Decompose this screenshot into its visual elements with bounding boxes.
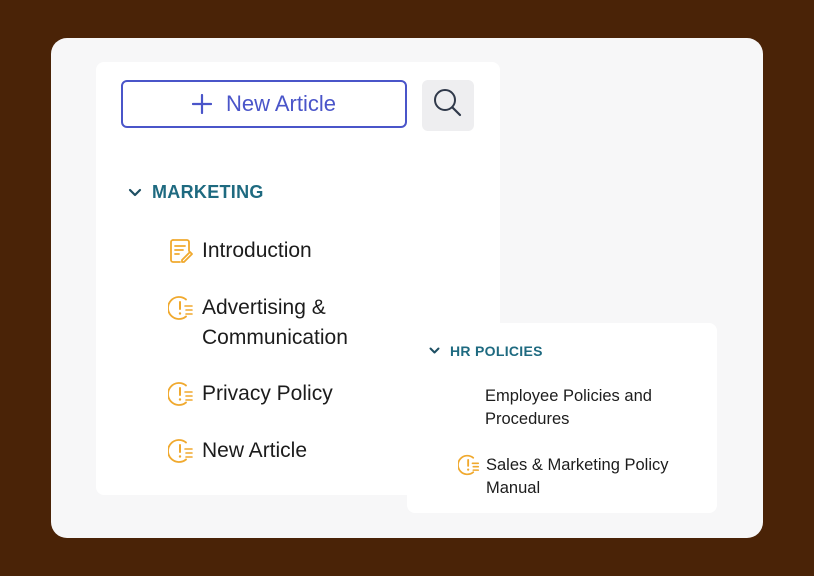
section-hr-policies-toggle[interactable]: HR POLICIES [429, 343, 543, 359]
tree-item-advertising-communication[interactable]: Advertising & Communication [167, 293, 378, 353]
tree-item-label: New Article [202, 439, 308, 462]
tree-item-label: Sales & Marketing Policy Manual [486, 456, 669, 497]
tree-item-employee-policies[interactable]: Employee Policies and Procedures [485, 385, 685, 431]
new-article-label: New Article [225, 91, 337, 116]
alert-list-icon [457, 454, 480, 476]
new-article-button[interactable]: New Article [121, 80, 407, 128]
tree-item-privacy-policy[interactable]: Privacy Policy [167, 379, 333, 409]
section-marketing-title: MARKETING [152, 182, 264, 202]
tree-item-label: Privacy Policy [202, 382, 333, 405]
main-card: New Article MARKETING Introduction Adver… [51, 38, 763, 538]
tree-item-label: Introduction [202, 239, 312, 262]
tree-item-label: Employee Policies and Procedures [485, 387, 652, 428]
search-icon [432, 87, 464, 124]
tree-item-sales-marketing-policy[interactable]: Sales & Marketing Policy Manual [457, 454, 693, 500]
alert-list-icon [167, 381, 194, 407]
search-button[interactable] [422, 80, 474, 131]
alert-list-icon [167, 438, 194, 464]
alert-list-icon [167, 295, 194, 321]
section-hr-policies-title: HR POLICIES [450, 343, 543, 359]
tree-item-label: Advertising & Communication [202, 296, 348, 349]
article-edit-icon [168, 238, 194, 264]
tree-item-new-article[interactable]: New Article [167, 436, 308, 466]
hr-policies-panel: HR POLICIES Employee Policies and Proced… [407, 323, 717, 513]
chevron-down-icon [429, 347, 440, 355]
tree-item-introduction[interactable]: Introduction [168, 236, 312, 266]
plus-icon [191, 94, 212, 114]
chevron-down-icon [128, 188, 142, 198]
section-marketing-toggle[interactable]: MARKETING [128, 182, 264, 203]
